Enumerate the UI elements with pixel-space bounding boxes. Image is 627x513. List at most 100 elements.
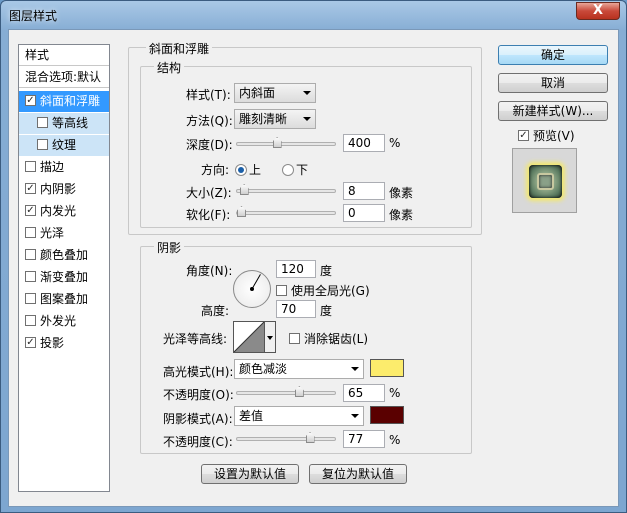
technique-select[interactable]: 雕刻清晰 — [234, 109, 316, 129]
title-bar: 图层样式 X — [1, 1, 626, 29]
outer-glow-checkbox[interactable] — [25, 315, 36, 326]
antialias-checkbox[interactable] — [289, 333, 300, 344]
highlight-color-swatch[interactable] — [370, 359, 404, 377]
shadow-mode-select[interactable]: 差值 — [234, 406, 364, 426]
direction-down[interactable]: 下 — [282, 161, 308, 178]
new-style-button[interactable]: 新建样式(W)... — [498, 101, 608, 121]
sidebar-item-gradient-overlay[interactable]: 渐变叠加 — [19, 267, 109, 288]
size-slider[interactable] — [236, 184, 336, 195]
angle-needle — [252, 274, 261, 289]
color-overlay-checkbox[interactable] — [25, 249, 36, 260]
sidebar-item-stroke[interactable]: 描边 — [19, 157, 109, 178]
contour-checkbox[interactable] — [37, 117, 48, 128]
reset-default-button[interactable]: 复位为默认值 — [309, 464, 407, 484]
technique-label: 方法(Q): — [186, 114, 233, 128]
contour-dropdown-button[interactable] — [265, 321, 276, 353]
altitude-input[interactable]: 70 — [276, 300, 316, 318]
styles-header[interactable]: 样式 — [19, 45, 109, 66]
sidebar-item-contour[interactable]: 等高线 — [19, 113, 109, 134]
chevron-down-icon — [303, 117, 311, 121]
antialias-label: 消除锯齿(L) — [304, 332, 369, 346]
sidebar-item-label: 内发光 — [40, 204, 77, 218]
sidebar-item-outer-glow[interactable]: 外发光 — [19, 311, 109, 332]
chevron-down-icon — [303, 91, 311, 95]
gradient-overlay-checkbox[interactable] — [25, 271, 36, 282]
shadow-mode-label: 阴影模式(A): — [163, 412, 233, 426]
highlight-mode-label: 高光模式(H): — [163, 365, 234, 379]
highlight-mode-value: 颜色减淡 — [239, 362, 288, 376]
sidebar-item-pattern-overlay[interactable]: 图案叠加 — [19, 289, 109, 310]
soften-label: 软化(F): — [186, 208, 231, 222]
direction-up[interactable]: 上 — [235, 161, 261, 178]
radio-up[interactable] — [235, 163, 247, 176]
sh-opacity-label: 不透明度(C): — [163, 435, 233, 449]
pattern-overlay-checkbox[interactable] — [25, 293, 36, 304]
satin-checkbox[interactable] — [25, 227, 36, 238]
soften-slider[interactable] — [236, 206, 336, 217]
global-light-checkbox[interactable] — [276, 285, 287, 296]
highlight-mode-select[interactable]: 颜色减淡 — [234, 359, 364, 379]
sidebar-item-label: 投影 — [40, 336, 65, 350]
depth-input[interactable]: 400 — [343, 134, 385, 152]
size-input[interactable]: 8 — [343, 182, 385, 200]
shadow-mode-value: 差值 — [239, 409, 264, 423]
altitude-label: 高度: — [201, 304, 230, 318]
altitude-unit: 度 — [320, 304, 333, 318]
style-label: 样式(T): — [186, 88, 231, 102]
contour-curve-icon — [234, 322, 264, 352]
sidebar-item-satin[interactable]: 光泽 — [19, 223, 109, 244]
sh-opacity-slider[interactable] — [236, 432, 336, 443]
style-value: 内斜面 — [239, 86, 276, 100]
angle-unit: 度 — [320, 264, 333, 278]
hl-opacity-input[interactable]: 65 — [343, 384, 385, 402]
inner-shadow-checkbox[interactable]: ✓ — [25, 183, 36, 194]
close-button[interactable]: X — [576, 2, 620, 20]
style-select[interactable]: 内斜面 — [234, 83, 316, 103]
ok-button[interactable]: 确定 — [498, 45, 608, 65]
sidebar-item-bevel[interactable]: ✓ 斜面和浮雕 — [19, 91, 109, 112]
shading-title: 阴影 — [154, 239, 185, 256]
soften-input[interactable]: 0 — [343, 204, 385, 222]
stroke-checkbox[interactable] — [25, 161, 36, 172]
blending-options[interactable]: 混合选项:默认 — [19, 67, 109, 88]
preview-checkbox[interactable]: ✓ — [518, 130, 529, 141]
sidebar-item-drop-shadow[interactable]: ✓ 投影 — [19, 333, 109, 354]
shadow-color-swatch[interactable] — [370, 406, 404, 424]
styles-header-label: 样式 — [25, 48, 50, 62]
technique-value: 雕刻清晰 — [239, 112, 288, 126]
blending-options-label: 混合选项:默认 — [25, 70, 102, 84]
sh-opacity-unit: % — [389, 433, 401, 447]
preview-toggle[interactable]: ✓ 预览(V) — [518, 127, 575, 144]
depth-slider[interactable] — [236, 137, 336, 148]
cancel-button[interactable]: 取消 — [498, 73, 608, 93]
make-default-button[interactable]: 设置为默认值 — [201, 464, 299, 484]
sidebar-item-color-overlay[interactable]: 颜色叠加 — [19, 245, 109, 266]
bevel-checkbox[interactable]: ✓ — [25, 95, 36, 106]
angle-input[interactable]: 120 — [276, 260, 316, 278]
sidebar-item-label: 外发光 — [40, 314, 77, 328]
sh-opacity-input[interactable]: 77 — [343, 430, 385, 448]
depth-label: 深度(D): — [186, 138, 233, 152]
structure-title: 结构 — [154, 59, 185, 76]
sidebar-item-label: 斜面和浮雕 — [40, 94, 101, 108]
sidebar-item-label: 内阴影 — [40, 182, 77, 196]
size-label: 大小(Z): — [186, 186, 232, 200]
hl-opacity-slider[interactable] — [236, 386, 336, 397]
sidebar-item-label: 渐变叠加 — [40, 270, 89, 284]
inner-glow-checkbox[interactable]: ✓ — [25, 205, 36, 216]
sidebar-item-inner-glow[interactable]: ✓ 内发光 — [19, 201, 109, 222]
radio-down[interactable] — [282, 163, 294, 176]
preview-swatch — [529, 165, 562, 198]
texture-checkbox[interactable] — [37, 139, 48, 150]
sidebar-item-texture[interactable]: 纹理 — [19, 135, 109, 156]
sidebar-item-inner-shadow[interactable]: ✓ 内阴影 — [19, 179, 109, 200]
direction-down-label: 下 — [296, 163, 309, 177]
angle-dial[interactable] — [233, 270, 271, 308]
bevel-group-title: 斜面和浮雕 — [146, 40, 213, 57]
angle-label: 角度(N): — [186, 264, 233, 278]
gloss-contour-preview[interactable] — [233, 321, 265, 353]
global-light[interactable]: 使用全局光(G) — [276, 282, 370, 299]
antialias[interactable]: 消除锯齿(L) — [289, 330, 368, 347]
drop-shadow-checkbox[interactable]: ✓ — [25, 337, 36, 348]
sidebar-item-label: 图案叠加 — [40, 292, 89, 306]
